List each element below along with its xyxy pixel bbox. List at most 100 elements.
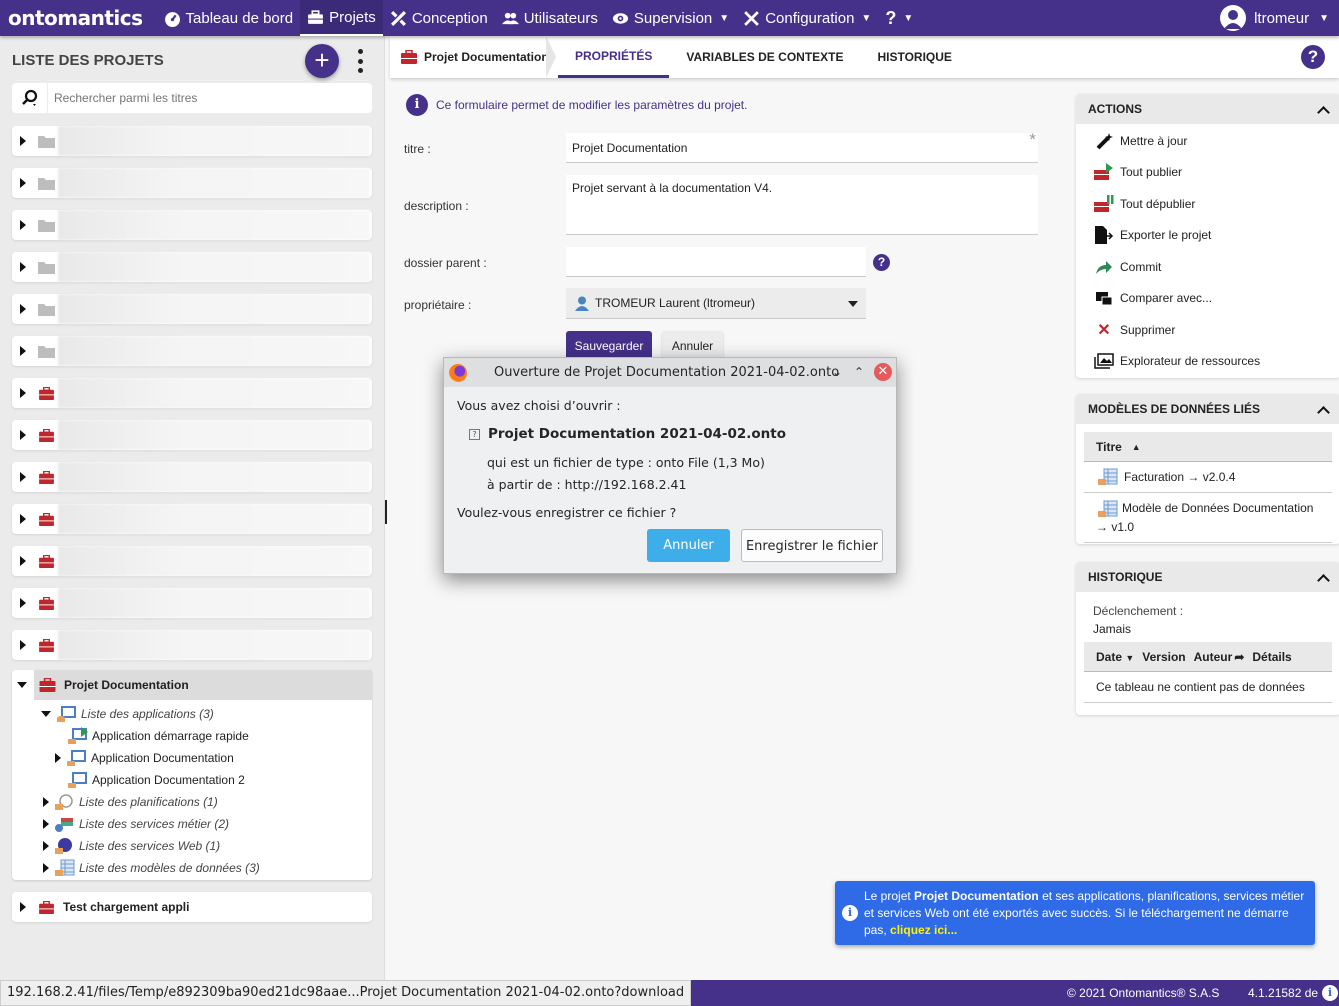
expand-toggle[interactable] — [20, 220, 26, 230]
nav-users[interactable]: Utilisateurs — [495, 0, 605, 36]
minimize-icon[interactable]: ⌄ — [828, 363, 846, 381]
expand-toggle[interactable] — [20, 430, 26, 440]
expand-toggle[interactable] — [20, 902, 26, 912]
redacted-label — [58, 252, 370, 282]
column-title-header[interactable]: Titre ▲ — [1084, 432, 1332, 462]
owner-select[interactable]: TROMEUR Laurent (ltromeur) — [566, 288, 866, 319]
dialog-titlebar[interactable]: Ouverture de Projet Documentation 2021-0… — [444, 358, 896, 387]
tree-data-models-list[interactable]: Liste des modèles de données (3) — [43, 859, 260, 877]
project-row[interactable] — [12, 420, 372, 450]
download-link[interactable]: cliquez ici... — [890, 923, 957, 937]
tree-app-documentation[interactable]: Application Documentation — [55, 749, 234, 767]
tools-icon — [390, 10, 406, 26]
dialog-cancel-button[interactable]: Annuler — [647, 529, 730, 562]
project-row[interactable] — [12, 546, 372, 576]
expand-toggle[interactable] — [20, 598, 26, 608]
tree-web-services-list[interactable]: Liste des services Web (1) — [43, 837, 220, 855]
ontomantics-logo[interactable]: ontomantics — [0, 6, 157, 30]
dialog-save-file-button[interactable]: Enregistrer le fichier — [741, 529, 883, 562]
chevron-up-icon[interactable] — [1317, 405, 1330, 419]
action-publish-all[interactable]: Tout publier — [1076, 157, 1339, 189]
project-row-test-chargement[interactable]: Test chargement appli — [12, 892, 372, 922]
folder-row[interactable] — [12, 252, 372, 282]
expand-toggle[interactable] — [43, 841, 49, 851]
breadcrumb[interactable]: Projet Documentation — [390, 36, 556, 78]
dialog-title: Ouverture de Projet Documentation 2021-0… — [494, 365, 840, 380]
column-version[interactable]: Version — [1142, 650, 1185, 664]
parent-folder-input[interactable] — [566, 247, 866, 277]
folder-row[interactable] — [12, 336, 372, 366]
action-commit[interactable]: Commit — [1076, 251, 1339, 283]
history-header[interactable]: HISTORIQUE — [1076, 562, 1339, 592]
tree-schedules-list[interactable]: Liste des planifications (1) — [43, 793, 218, 811]
tree-app-documentation-2[interactable]: Application Documentation 2 — [66, 771, 245, 789]
tree-applications-list[interactable]: Liste des applications (3) — [41, 705, 214, 723]
user-menu[interactable]: ltromeur ▼ — [1220, 0, 1329, 36]
expand-toggle[interactable] — [55, 753, 61, 763]
column-date[interactable]: Date ▼ — [1096, 650, 1134, 664]
linked-models-header[interactable]: MODÈLES DE DONNÉES LIÉS — [1076, 394, 1339, 424]
info-icon[interactable]: i — [1322, 985, 1338, 1001]
close-icon[interactable]: ✕ — [874, 363, 892, 381]
expand-toggle[interactable] — [43, 797, 49, 807]
model-row[interactable]: Modèle de Données Documentation → v1.0 — [1084, 493, 1332, 543]
chevron-up-icon[interactable] — [1317, 105, 1330, 119]
search-icon[interactable] — [12, 83, 48, 113]
column-author[interactable]: Auteur — [1194, 650, 1233, 664]
expand-toggle[interactable] — [43, 819, 49, 829]
nav-help[interactable]: ? ▼ — [878, 0, 920, 36]
action-export[interactable]: Exporter le projet — [1076, 220, 1339, 252]
tab-context-variables[interactable]: VARIABLES DE CONTEXTE — [669, 36, 860, 78]
expand-toggle[interactable] — [20, 262, 26, 272]
nav-conception[interactable]: Conception — [383, 0, 495, 36]
project-row[interactable] — [12, 630, 372, 660]
tab-history[interactable]: HISTORIQUE — [860, 36, 968, 78]
expand-toggle[interactable] — [20, 472, 26, 482]
action-resource-explorer[interactable]: Explorateur de ressources — [1076, 346, 1339, 378]
actions-panel-header[interactable]: ACTIONS — [1076, 94, 1339, 124]
action-unpublish-all[interactable]: Tout dépublier — [1076, 188, 1339, 220]
project-row[interactable] — [12, 504, 372, 534]
help-icon[interactable]: ? — [1301, 45, 1325, 69]
expand-toggle[interactable] — [20, 514, 26, 524]
column-details[interactable]: Détails — [1252, 650, 1291, 664]
project-row[interactable] — [12, 378, 372, 408]
folder-row[interactable] — [12, 168, 372, 198]
chevron-up-icon[interactable] — [1317, 573, 1330, 587]
expand-toggle[interactable] — [20, 304, 26, 314]
nav-supervision[interactable]: Supervision ▼ — [605, 0, 736, 36]
tab-properties[interactable]: PROPRIÉTÉS — [558, 36, 670, 78]
expand-toggle[interactable] — [20, 346, 26, 356]
expand-toggle[interactable] — [43, 863, 49, 873]
expand-toggle[interactable] — [20, 178, 26, 188]
collapse-toggle[interactable] — [17, 682, 27, 688]
project-row[interactable] — [12, 462, 372, 492]
add-project-button[interactable]: + — [305, 44, 339, 78]
action-delete[interactable]: ✕ Supprimer — [1076, 314, 1339, 346]
nav-projects[interactable]: Projets — [300, 0, 383, 36]
help-icon[interactable]: ? — [873, 254, 890, 271]
project-row[interactable] — [12, 588, 372, 618]
title-input[interactable]: Projet Documentation * — [566, 131, 1038, 163]
action-update[interactable]: Mettre à jour — [1076, 125, 1339, 157]
expand-toggle[interactable] — [41, 711, 51, 717]
folder-row[interactable] — [12, 126, 372, 156]
action-compare[interactable]: Comparer avec... — [1076, 283, 1339, 315]
model-row[interactable]: Facturation → v2.0.4 — [1084, 462, 1332, 493]
tree-business-services-list[interactable]: Liste des services métier (2) — [43, 815, 229, 833]
folder-row[interactable] — [12, 294, 372, 324]
project-documentation-node[interactable]: Projet Documentation — [34, 670, 372, 700]
sort-desc-icon: ▼ — [1125, 652, 1135, 663]
nav-dashboard[interactable]: Tableau de bord — [157, 0, 301, 36]
maximize-icon[interactable]: ⌃ — [850, 363, 868, 381]
description-textarea[interactable]: Projet servant à la documentation V4. — [566, 175, 1038, 235]
search-input[interactable] — [48, 91, 372, 105]
expand-toggle[interactable] — [20, 136, 26, 146]
tree-app-quickstart[interactable]: Application démarrage rapide — [66, 727, 249, 745]
expand-toggle[interactable] — [20, 388, 26, 398]
expand-toggle[interactable] — [20, 640, 26, 650]
expand-toggle[interactable] — [20, 556, 26, 566]
folder-row[interactable] — [12, 210, 372, 240]
more-options-icon[interactable] — [355, 49, 365, 73]
nav-configuration[interactable]: Configuration ▼ — [736, 0, 878, 36]
